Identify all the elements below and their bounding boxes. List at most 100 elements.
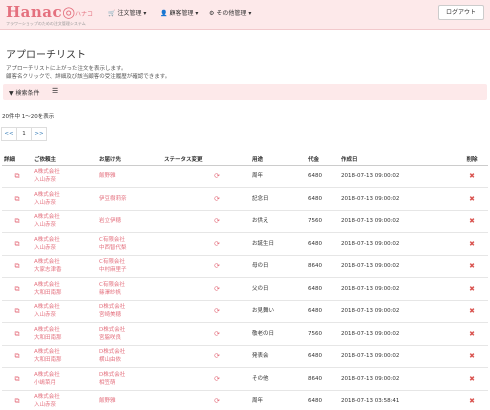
detail-edit-icon[interactable]: ⧉ bbox=[2, 210, 32, 233]
client-cell[interactable]: A株式会社 大和田南那 bbox=[32, 277, 97, 301]
destination-name[interactable]: 伊豆樹莉奈 bbox=[99, 195, 160, 203]
client-name[interactable]: 大和田南那 bbox=[34, 334, 95, 342]
logout-button[interactable]: ログアウト bbox=[437, 5, 484, 20]
status-refresh-icon[interactable]: ⟳ bbox=[162, 322, 250, 346]
nav-order-management[interactable]: 🛒 注文管理 ▾ bbox=[108, 8, 146, 17]
destination-cell[interactable]: 岩立伊穂 bbox=[97, 210, 162, 233]
destination-name[interactable]: 中村麻里子 bbox=[99, 266, 160, 274]
delete-icon[interactable]: ✖ bbox=[456, 187, 488, 211]
client-company[interactable]: A株式会社 bbox=[34, 236, 95, 244]
nav-customer-management[interactable]: 👤 顧客管理 ▾ bbox=[160, 8, 198, 17]
client-cell[interactable]: A株式会社 大和田南那 bbox=[32, 322, 97, 346]
client-cell[interactable]: A株式会社 入山赤奈 bbox=[32, 390, 97, 410]
status-refresh-icon[interactable]: ⟳ bbox=[162, 367, 250, 391]
destination-cell[interactable]: 飯野雅 bbox=[97, 165, 162, 188]
destination-name[interactable]: 宮崎美穂 bbox=[99, 311, 160, 319]
client-name[interactable]: 大和田南那 bbox=[34, 356, 95, 364]
destination-cell[interactable]: D株式会社 宮脇咲良 bbox=[97, 322, 162, 346]
destination-company[interactable]: C有限会社 bbox=[99, 258, 160, 266]
detail-edit-icon[interactable]: ⧉ bbox=[2, 232, 32, 256]
client-cell[interactable]: A株式会社 入山赤奈 bbox=[32, 300, 97, 323]
client-cell[interactable]: A株式会社 入山赤奈 bbox=[32, 165, 97, 188]
pager-first[interactable]: << bbox=[1, 127, 17, 141]
detail-edit-icon[interactable]: ⧉ bbox=[2, 300, 32, 323]
destination-cell[interactable]: C有限会社 篠澤紗帆 bbox=[97, 277, 162, 301]
client-cell[interactable]: A株式会社 小嶋菜月 bbox=[32, 367, 97, 391]
client-company[interactable]: A株式会社 bbox=[34, 168, 95, 176]
client-company[interactable]: A株式会社 bbox=[34, 348, 95, 356]
pager-page-1[interactable]: 1 bbox=[16, 127, 32, 141]
destination-cell[interactable]: C有限会社 中西智代梨 bbox=[97, 232, 162, 256]
client-name[interactable]: 入山赤奈 bbox=[34, 244, 95, 252]
status-refresh-icon[interactable]: ⟳ bbox=[162, 187, 250, 211]
destination-cell[interactable]: D株式会社 相笠萌 bbox=[97, 367, 162, 391]
client-company[interactable]: A株式会社 bbox=[34, 303, 95, 311]
client-name[interactable]: 入山赤奈 bbox=[34, 199, 95, 207]
client-name[interactable]: 入山赤奈 bbox=[34, 311, 95, 319]
logo[interactable]: Hanac◎ bbox=[6, 3, 76, 21]
destination-company[interactable]: C有限会社 bbox=[99, 236, 160, 244]
destination-company[interactable]: D株式会社 bbox=[99, 371, 160, 379]
destination-cell[interactable]: 伊豆樹莉奈 bbox=[97, 187, 162, 211]
client-name[interactable]: 小嶋菜月 bbox=[34, 379, 95, 387]
detail-edit-icon[interactable]: ⧉ bbox=[2, 165, 32, 188]
client-name[interactable]: 入山赤奈 bbox=[34, 176, 95, 184]
detail-edit-icon[interactable]: ⧉ bbox=[2, 322, 32, 346]
delete-icon[interactable]: ✖ bbox=[456, 210, 488, 233]
destination-name[interactable]: 相笠萌 bbox=[99, 379, 160, 387]
detail-edit-icon[interactable]: ⧉ bbox=[2, 255, 32, 278]
destination-name[interactable]: 宮脇咲良 bbox=[99, 334, 160, 342]
search-conditions-toggle[interactable]: ▼ 検索条件 ☰ bbox=[3, 84, 487, 100]
client-cell[interactable]: A株式会社 入山赤奈 bbox=[32, 187, 97, 211]
destination-cell[interactable]: 飯野雅 bbox=[97, 390, 162, 410]
destination-name[interactable]: 横山由依 bbox=[99, 356, 160, 364]
delete-icon[interactable]: ✖ bbox=[456, 165, 488, 188]
destination-company[interactable]: D株式会社 bbox=[99, 303, 160, 311]
status-refresh-icon[interactable]: ⟳ bbox=[162, 300, 250, 323]
delete-icon[interactable]: ✖ bbox=[456, 345, 488, 368]
destination-company[interactable]: C有限会社 bbox=[99, 281, 160, 289]
detail-edit-icon[interactable]: ⧉ bbox=[2, 345, 32, 368]
delete-icon[interactable]: ✖ bbox=[456, 390, 488, 410]
destination-name[interactable]: 飯野雅 bbox=[99, 397, 160, 405]
status-refresh-icon[interactable]: ⟳ bbox=[162, 345, 250, 368]
client-name[interactable]: 入山赤奈 bbox=[34, 401, 95, 409]
client-company[interactable]: A株式会社 bbox=[34, 191, 95, 199]
detail-edit-icon[interactable]: ⧉ bbox=[2, 390, 32, 410]
status-refresh-icon[interactable]: ⟳ bbox=[162, 390, 250, 410]
destination-company[interactable]: D株式会社 bbox=[99, 348, 160, 356]
client-company[interactable]: A株式会社 bbox=[34, 371, 95, 379]
delete-icon[interactable]: ✖ bbox=[456, 277, 488, 301]
destination-cell[interactable]: D株式会社 宮崎美穂 bbox=[97, 300, 162, 323]
status-refresh-icon[interactable]: ⟳ bbox=[162, 232, 250, 256]
status-refresh-icon[interactable]: ⟳ bbox=[162, 210, 250, 233]
detail-edit-icon[interactable]: ⧉ bbox=[2, 367, 32, 391]
destination-name[interactable]: 飯野雅 bbox=[99, 172, 160, 180]
pager-last[interactable]: >> bbox=[31, 127, 47, 141]
client-company[interactable]: A株式会社 bbox=[34, 258, 95, 266]
destination-name[interactable]: 篠澤紗帆 bbox=[99, 289, 160, 297]
client-name[interactable]: 入山赤奈 bbox=[34, 221, 95, 229]
destination-cell[interactable]: C有限会社 中村麻里子 bbox=[97, 255, 162, 278]
detail-edit-icon[interactable]: ⧉ bbox=[2, 277, 32, 301]
delete-icon[interactable]: ✖ bbox=[456, 322, 488, 346]
status-refresh-icon[interactable]: ⟳ bbox=[162, 165, 250, 188]
detail-edit-icon[interactable]: ⧉ bbox=[2, 187, 32, 211]
client-company[interactable]: A株式会社 bbox=[34, 326, 95, 334]
client-name[interactable]: 大和田南那 bbox=[34, 289, 95, 297]
destination-name[interactable]: 中西智代梨 bbox=[99, 244, 160, 252]
client-name[interactable]: 大家志津香 bbox=[34, 266, 95, 274]
delete-icon[interactable]: ✖ bbox=[456, 232, 488, 256]
destination-cell[interactable]: D株式会社 横山由依 bbox=[97, 345, 162, 368]
client-company[interactable]: A株式会社 bbox=[34, 281, 95, 289]
destination-company[interactable]: D株式会社 bbox=[99, 326, 160, 334]
client-cell[interactable]: A株式会社 大家志津香 bbox=[32, 255, 97, 278]
client-cell[interactable]: A株式会社 大和田南那 bbox=[32, 345, 97, 368]
status-refresh-icon[interactable]: ⟳ bbox=[162, 277, 250, 301]
destination-name[interactable]: 岩立伊穂 bbox=[99, 217, 160, 225]
delete-icon[interactable]: ✖ bbox=[456, 255, 488, 278]
delete-icon[interactable]: ✖ bbox=[456, 300, 488, 323]
client-company[interactable]: A株式会社 bbox=[34, 213, 95, 221]
delete-icon[interactable]: ✖ bbox=[456, 367, 488, 391]
client-cell[interactable]: A株式会社 入山赤奈 bbox=[32, 232, 97, 256]
